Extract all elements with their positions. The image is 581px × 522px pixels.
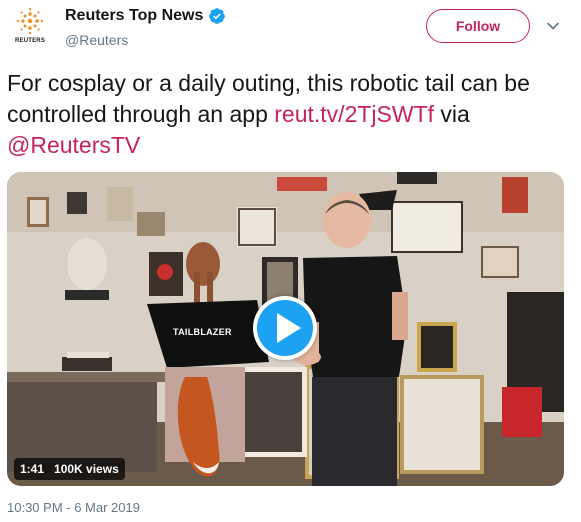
- author-handle[interactable]: @Reuters: [65, 32, 128, 48]
- tweet-via: via: [434, 101, 470, 127]
- chevron-down-icon[interactable]: [545, 18, 561, 34]
- reuters-logo-icon: [16, 7, 44, 35]
- video-stats-badge: 1:41 100K views: [14, 458, 125, 480]
- tweet-link[interactable]: reut.tv/2TjSWTf: [274, 101, 434, 127]
- video-views: 100K views: [54, 462, 119, 476]
- mention-link[interactable]: @ReutersTV: [7, 132, 140, 158]
- display-name[interactable]: Reuters Top News: [65, 7, 203, 25]
- follow-button[interactable]: Follow: [426, 9, 530, 43]
- video-player[interactable]: TAILBLAZER 1:41 100K views: [7, 172, 564, 486]
- shirt-print: TAILBLAZER: [173, 327, 232, 337]
- tweet-card: REUTERS Reuters Top News @Reuters Follow…: [0, 0, 581, 522]
- tweet-timestamp[interactable]: 10:30 PM - 6 Mar 2019: [7, 500, 140, 515]
- author-name-row[interactable]: Reuters Top News: [65, 7, 226, 25]
- verified-badge-icon: [208, 7, 226, 25]
- tweet-text: For cosplay or a daily outing, this robo…: [7, 68, 567, 161]
- avatar[interactable]: REUTERS: [10, 6, 50, 50]
- avatar-wordmark: REUTERS: [14, 38, 46, 44]
- play-icon: [277, 313, 301, 343]
- play-button[interactable]: [253, 296, 317, 360]
- video-duration: 1:41: [20, 462, 45, 476]
